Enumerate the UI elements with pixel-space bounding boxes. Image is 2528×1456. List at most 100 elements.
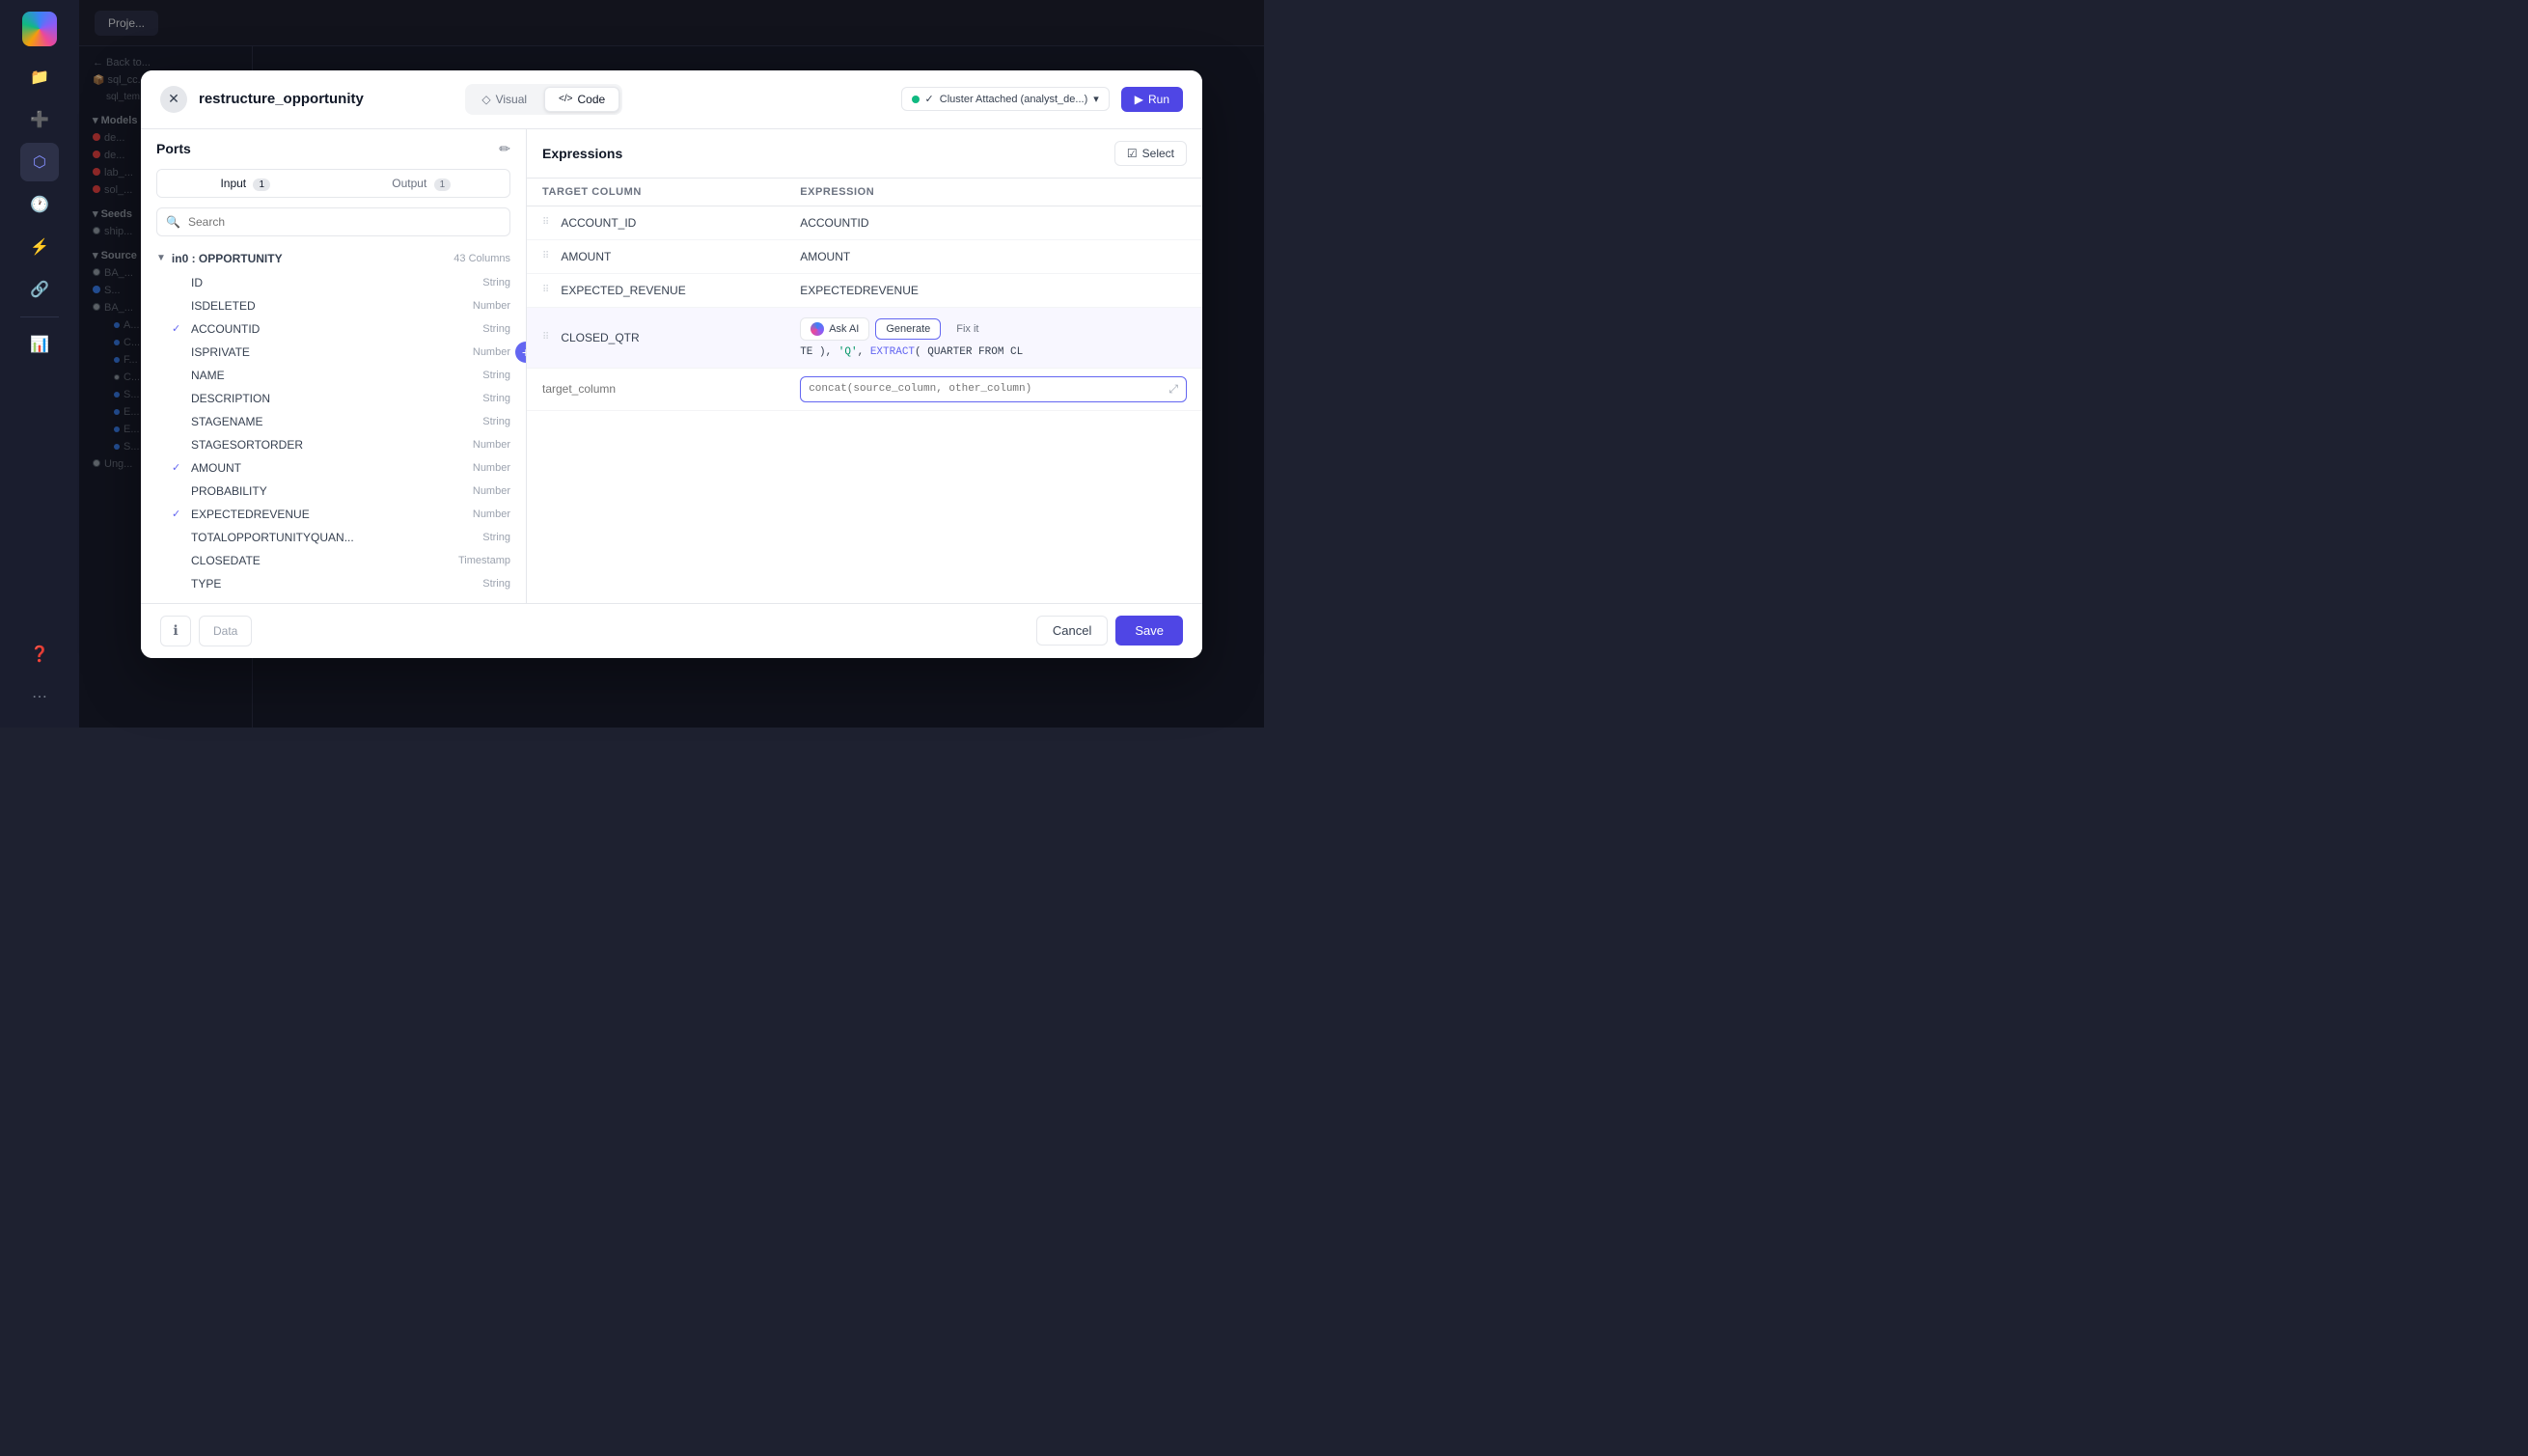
section-count: 43 Columns <box>453 253 510 264</box>
column-row-type[interactable]: TYPE String <box>141 572 526 595</box>
ports-title: Ports <box>156 141 191 156</box>
cluster-label: Cluster Attached (analyst_de...) <box>940 94 1087 105</box>
expr-row-account-id[interactable]: ⠿ ACCOUNT_ID ACCOUNTID <box>527 206 1202 240</box>
sidebar-icon-diamond[interactable]: ⬡ <box>20 143 59 181</box>
col-name-stagename: STAGENAME <box>191 415 482 428</box>
column-row-name[interactable]: NAME String <box>141 364 526 387</box>
output-count-badge: 1 <box>434 179 452 191</box>
column-row-id[interactable]: ID String <box>141 271 526 294</box>
col-type-stagename: String <box>482 416 510 427</box>
footer-right: Cancel Save <box>1036 616 1183 646</box>
expr-row-closed-qtr[interactable]: ⠿ CLOSED_QTR Ask AI Generate <box>527 308 1202 369</box>
sidebar-icon-folder[interactable]: 📁 <box>20 58 59 96</box>
info-button[interactable]: ℹ <box>160 616 191 646</box>
column-row-amount[interactable]: ✓ AMOUNT Number <box>141 456 526 480</box>
visual-tab-button[interactable]: ◇ Visual <box>468 87 540 112</box>
section-header-in0[interactable]: ▼ in0 : OPPORTUNITY 43 Columns <box>141 246 526 271</box>
modal-header: ✕ restructure_opportunity ◇ Visual </> C… <box>141 70 1202 129</box>
sidebar-icon-link[interactable]: 🔗 <box>20 270 59 309</box>
expression-input[interactable] <box>809 383 1168 395</box>
cluster-badge[interactable]: ✓ Cluster Attached (analyst_de...) ▾ <box>901 87 1110 111</box>
modal-overlay: ✕ restructure_opportunity ◇ Visual </> C… <box>79 0 1264 728</box>
col-type-description: String <box>482 393 510 404</box>
expr-account-id-value: ACCOUNTID <box>800 216 1187 230</box>
col-type-expectedrevenue: Number <box>473 508 510 520</box>
search-input[interactable] <box>156 207 510 236</box>
col-name-type: TYPE <box>191 577 482 591</box>
column-row-accountid[interactable]: ✓ ACCOUNTID String <box>141 317 526 341</box>
expr-row-amount[interactable]: ⠿ AMOUNT AMOUNT <box>527 240 1202 274</box>
input-tab-button[interactable]: Input 1 <box>157 170 334 197</box>
run-label: Run <box>1148 93 1169 106</box>
cancel-button[interactable]: Cancel <box>1036 616 1108 646</box>
col-name-id: ID <box>191 276 482 289</box>
col-name-isdeleted: ISDELETED <box>191 299 473 313</box>
output-tab-label: Output <box>392 177 426 190</box>
column-row-isdeleted[interactable]: ISDELETED Number <box>141 294 526 317</box>
select-label: Select <box>1142 147 1174 160</box>
data-button[interactable]: Data <box>199 616 252 646</box>
fix-it-button[interactable]: Fix it <box>947 319 988 339</box>
target-expected-revenue-label: EXPECTED_REVENUE <box>561 284 685 297</box>
sidebar-icon-clock[interactable]: 🕐 <box>20 185 59 224</box>
edit-icon[interactable]: ✏ <box>499 141 510 157</box>
col-type-type: String <box>482 578 510 590</box>
generate-button[interactable]: Generate <box>875 318 941 340</box>
ports-header: Ports ✏ <box>141 129 526 169</box>
save-label: Save <box>1135 623 1164 638</box>
input-tab-label: Input <box>220 177 246 190</box>
expr-row-expected-revenue[interactable]: ⠿ EXPECTED_REVENUE EXPECTEDREVENUE <box>527 274 1202 308</box>
column-row-isprivate[interactable]: ISPRIVATE Number + <box>141 341 526 364</box>
col-type-amount: Number <box>473 462 510 474</box>
column-row-expectedrevenue[interactable]: ✓ EXPECTEDREVENUE Number <box>141 503 526 526</box>
column-row-probability[interactable]: PROBABILITY Number <box>141 480 526 503</box>
column-row-description[interactable]: DESCRIPTION String <box>141 387 526 410</box>
ask-ai-button[interactable]: Ask AI <box>800 317 869 341</box>
checkmark-icon: ✓ <box>925 93 934 105</box>
save-button[interactable]: Save <box>1115 616 1183 646</box>
column-row-closedate[interactable]: CLOSEDATE Timestamp <box>141 549 526 572</box>
col-type-totalopportunity: String <box>482 532 510 543</box>
col-type-closedate: Timestamp <box>458 555 510 566</box>
run-button[interactable]: ▶ Run <box>1121 87 1183 112</box>
target-col-header: Target Column <box>542 186 800 198</box>
target-closed-qtr: ⠿ CLOSED_QTR <box>542 331 800 344</box>
modal-close-button[interactable]: ✕ <box>160 86 187 113</box>
col-name-isprivate: ISPRIVATE <box>191 345 473 359</box>
sidebar-icon-help[interactable]: ❓ <box>20 635 59 673</box>
sidebar-icon-activity[interactable]: ⚡ <box>20 228 59 266</box>
code-tab-label: Code <box>578 93 606 106</box>
ai-orb-icon <box>811 322 824 336</box>
column-row-stagename[interactable]: STAGENAME String <box>141 410 526 433</box>
select-button[interactable]: ☑ Select <box>1114 141 1187 166</box>
drag-handle-icon: ⠿ <box>542 217 549 228</box>
col-type-accountid: String <box>482 323 510 335</box>
target-closed-qtr-label: CLOSED_QTR <box>561 331 639 344</box>
target-amount-label: AMOUNT <box>561 250 611 263</box>
sidebar-icon-table[interactable]: 📊 <box>20 325 59 364</box>
target-column-input[interactable] <box>542 382 800 396</box>
code-tab-icon: </> <box>559 94 572 104</box>
expand-icon[interactable]: ⤢ <box>1168 382 1178 397</box>
col-name-amount: AMOUNT <box>191 461 473 475</box>
ask-ai-label: Ask AI <box>829 323 859 335</box>
output-tab-button[interactable]: Output 1 <box>334 170 510 197</box>
fix-it-label: Fix it <box>956 323 978 335</box>
modal-title: restructure_opportunity <box>199 91 453 107</box>
cancel-label: Cancel <box>1053 623 1091 638</box>
col-name-probability: PROBABILITY <box>191 484 473 498</box>
sidebar-icon-add[interactable]: ➕ <box>20 100 59 139</box>
col-type-isprivate: Number <box>473 346 510 358</box>
search-box: 🔍 <box>156 207 510 236</box>
add-row-button[interactable]: + <box>515 342 526 363</box>
column-row-totalopportunity[interactable]: TOTALOPPORTUNITYQUAN... String <box>141 526 526 549</box>
expressions-table: Target Column Expression ⠿ ACCOUNT_ID AC… <box>527 179 1202 603</box>
column-row-stagesortorder[interactable]: STAGESORTORDER Number <box>141 433 526 456</box>
sidebar-icon-more[interactable]: ⋯ <box>20 677 59 716</box>
code-tab-button[interactable]: </> Code <box>544 87 619 112</box>
visual-tab-icon: ◇ <box>481 93 490 106</box>
footer-left: ℹ Data <box>160 616 252 646</box>
info-icon: ℹ <box>173 622 178 639</box>
view-tab-group: ◇ Visual </> Code <box>465 84 622 115</box>
ports-panel: Ports ✏ Input 1 Output 1 🔍 <box>141 129 527 603</box>
